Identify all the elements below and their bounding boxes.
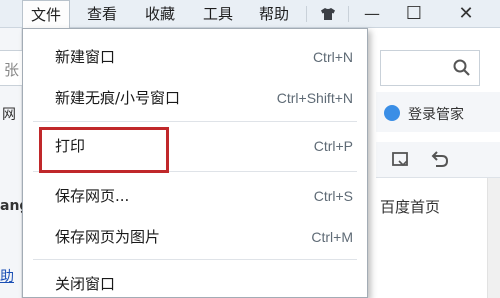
print-highlight-box xyxy=(39,127,169,173)
menu-item-shortcut: Ctrl+M xyxy=(311,229,353,245)
menu-item-shortcut: Ctrl+Shift+N xyxy=(276,90,353,106)
menu-item-label: 新建无痕/小号窗口 xyxy=(55,89,181,107)
menu-item-new-private-window[interactable]: 新建无痕/小号窗口 Ctrl+Shift+N xyxy=(23,83,367,113)
toolbar-text: 网 xyxy=(2,107,16,123)
menu-favorites[interactable]: 收藏 xyxy=(136,0,184,28)
address-text: 张 xyxy=(4,61,20,79)
menu-item-save-page[interactable]: 保存网页... Ctrl+S xyxy=(23,181,367,211)
menu-item-shortcut: Ctrl+N xyxy=(312,49,353,65)
menu-item-new-window[interactable]: 新建窗口 Ctrl+N xyxy=(23,42,367,72)
page-link[interactable]: 助 xyxy=(0,266,14,286)
menu-view[interactable]: 查看 xyxy=(78,0,126,28)
screenshot-icon[interactable] xyxy=(390,150,412,170)
file-menu-dropdown: 新建窗口 Ctrl+N 新建无痕/小号窗口 Ctrl+Shift+N 打印 Ct… xyxy=(22,28,368,298)
menubar-divider xyxy=(306,6,307,22)
menu-item-shortcut: Ctrl+S xyxy=(313,188,353,204)
shirt-icon xyxy=(321,8,335,20)
menubar-divider xyxy=(348,6,349,22)
login-manager-label[interactable]: 登录管家 xyxy=(408,104,464,124)
menu-item-label: 保存网页... xyxy=(55,187,130,205)
menu-separator xyxy=(33,259,357,260)
menu-item-label: 保存网页为图片 xyxy=(55,228,161,246)
skin-button[interactable] xyxy=(312,0,344,28)
menu-file[interactable]: 文件 xyxy=(22,0,70,29)
undo-icon[interactable] xyxy=(428,150,450,170)
search-icon[interactable] xyxy=(452,58,472,78)
menu-separator xyxy=(33,121,357,122)
home-link[interactable]: 百度首页 xyxy=(380,196,440,217)
menu-item-shortcut: Ctrl+P xyxy=(313,138,353,154)
menu-tools[interactable]: 工具 xyxy=(194,0,242,28)
menu-help[interactable]: 帮助 xyxy=(250,0,298,28)
scrollbar[interactable] xyxy=(487,178,500,298)
menu-item-save-as-image[interactable]: 保存网页为图片 Ctrl+M xyxy=(23,222,367,252)
minimize-button[interactable]: — xyxy=(354,0,390,28)
menu-item-label: 关闭窗口 xyxy=(55,275,116,293)
menu-item-close-window[interactable]: 关闭窗口 xyxy=(23,269,367,298)
maximize-button[interactable]: ☐ xyxy=(396,0,432,28)
guard-icon xyxy=(384,105,400,121)
menu-item-label: 新建窗口 xyxy=(55,48,116,66)
menu-bar: 文件 查看 收藏 工具 帮助 — ☐ ✕ xyxy=(0,0,500,29)
close-button[interactable]: ✕ xyxy=(446,0,486,28)
